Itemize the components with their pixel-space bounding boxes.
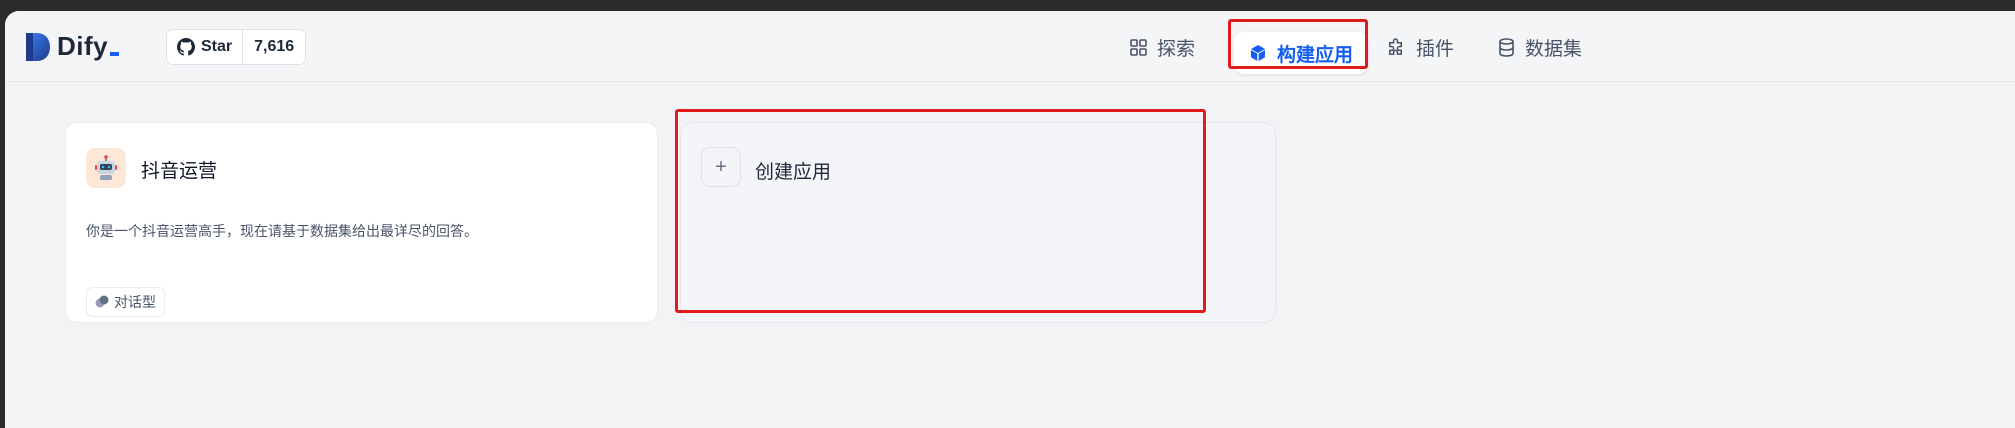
brand-cursor xyxy=(110,52,120,56)
dify-logo-icon xyxy=(26,32,50,61)
puzzle-icon xyxy=(1387,37,1406,57)
app-window: Dify Star 7,616 探索 构建应用 插件 数据集 抖音运营 你是一个… xyxy=(5,11,2015,428)
nav-datasets[interactable]: 数据集 xyxy=(1498,28,1582,66)
app-name: 抖音运营 xyxy=(141,161,218,182)
github-star-button[interactable]: Star 7,616 xyxy=(166,29,307,65)
chat-bubble-icon xyxy=(95,295,109,308)
top-header: Dify Star 7,616 探索 构建应用 插件 数据集 xyxy=(5,11,2015,82)
github-star[interactable]: Star xyxy=(167,30,242,64)
robot-avatar-icon xyxy=(86,148,126,188)
nav-plugins[interactable]: 插件 xyxy=(1387,28,1454,66)
dify-logo[interactable]: Dify xyxy=(25,31,120,62)
app-type-label: 对话型 xyxy=(114,294,156,310)
nav-explore[interactable]: 探索 xyxy=(1130,28,1195,66)
nav-datasets-label: 数据集 xyxy=(1525,38,1583,60)
highlight-box-nav xyxy=(1228,19,1368,69)
app-card[interactable]: 抖音运营 你是一个抖音运营高手，现在请基于数据集给出最详尽的回答。 对话型 xyxy=(65,122,658,323)
nav-plugins-label: 插件 xyxy=(1416,38,1455,60)
app-type-tag: 对话型 xyxy=(86,287,165,317)
grid-icon xyxy=(1130,38,1147,56)
nav-explore-label: 探索 xyxy=(1157,38,1196,60)
database-icon xyxy=(1498,37,1515,57)
brand-name: Dify xyxy=(57,31,109,61)
github-icon xyxy=(177,38,195,56)
github-star-label: Star xyxy=(201,38,233,55)
github-star-count[interactable]: 7,616 xyxy=(242,30,306,64)
highlight-box-create-app xyxy=(675,109,1206,313)
app-description: 你是一个抖音运营高手，现在请基于数据集给出最详尽的回答。 xyxy=(86,223,478,239)
